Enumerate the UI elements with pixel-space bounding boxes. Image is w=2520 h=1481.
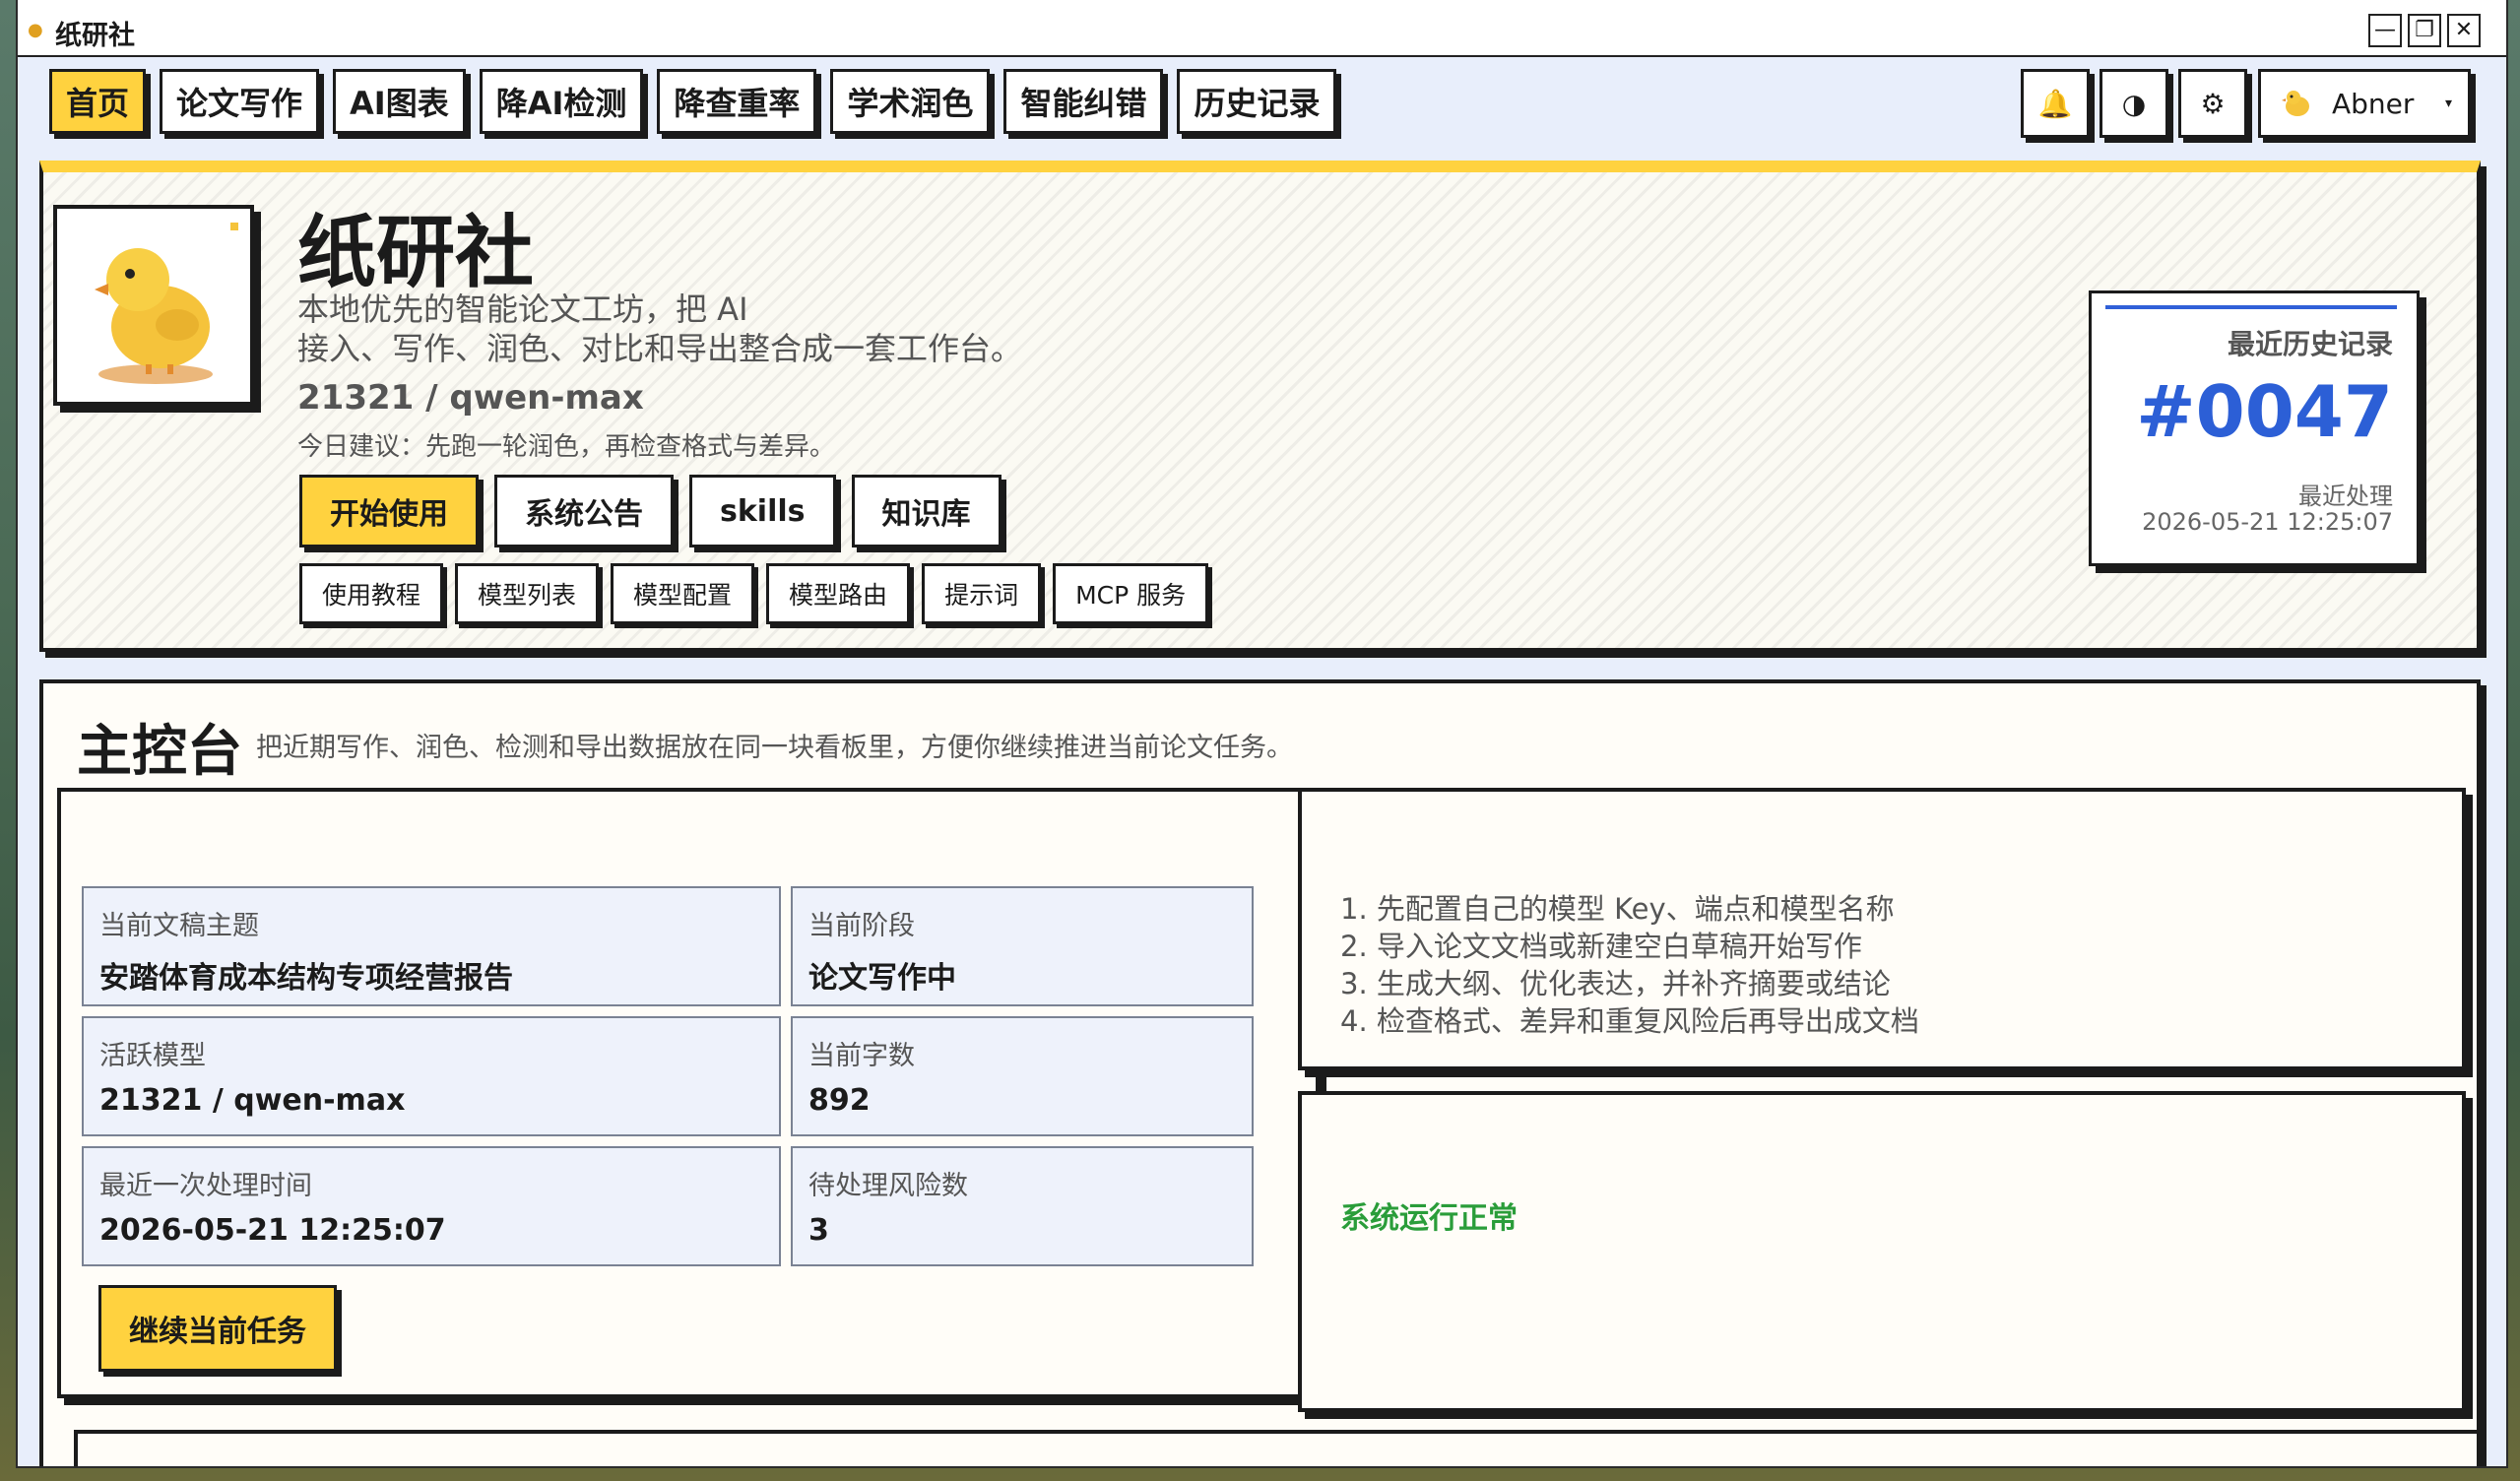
stat-value: 安踏体育成本结构专项经营报告 <box>99 961 513 996</box>
card-accent-line <box>2105 305 2397 309</box>
stat-label: 待处理风险数 <box>808 1171 968 1201</box>
user-name: Abner <box>2332 87 2415 120</box>
logo-chick-image <box>53 205 254 406</box>
recent-history-card[interactable]: 最近历史记录 #0047 最近处理 2026-05-21 12:25:07 <box>2089 290 2420 566</box>
stat-cell: 最近一次处理时间 2026-05-21 12:25:07 <box>82 1146 781 1266</box>
hero-title: 纸研社 <box>297 207 534 298</box>
system-status-panel <box>1298 1091 2466 1412</box>
stat-value: 2026-05-21 12:25:07 <box>99 1213 446 1248</box>
minimize-button[interactable]: — <box>2368 14 2402 47</box>
stat-cell: 当前阶段 论文写作中 <box>791 886 1254 1006</box>
system-status-text: 系统运行正常 <box>1340 1201 1518 1236</box>
gear-icon[interactable]: ⚙ <box>2178 69 2247 138</box>
skills-button[interactable]: skills <box>689 475 836 547</box>
step-item: 1. 先配置自己的模型 Key、端点和模型名称 <box>1340 892 1895 926</box>
prompts-link[interactable]: 提示词 <box>922 563 1042 624</box>
stat-label: 当前阶段 <box>808 911 915 941</box>
step-item: 2. 导入论文文档或新建空白草稿开始写作 <box>1340 930 1862 963</box>
recent-history-id: #0047 <box>2136 370 2393 453</box>
chick-avatar-icon <box>2282 91 2309 116</box>
user-menu[interactable]: Abner ▾ <box>2258 69 2471 138</box>
stat-value: 论文写作中 <box>808 961 956 996</box>
model-list-link[interactable]: 模型列表 <box>455 563 600 624</box>
stat-label: 当前文稿主题 <box>99 911 259 941</box>
nav-smart-correction[interactable]: 智能纠错 <box>1003 69 1164 134</box>
nav-home[interactable]: 首页 <box>49 69 147 134</box>
stat-label: 活跃模型 <box>99 1041 206 1071</box>
stat-cell: 活跃模型 21321 / qwen-max <box>82 1016 781 1136</box>
nav-paper-writing[interactable]: 论文写作 <box>160 69 320 134</box>
stat-label: 最近一次处理时间 <box>99 1171 312 1201</box>
model-config-link[interactable]: 模型配置 <box>611 563 755 624</box>
nav-ai-chart[interactable]: AI图表 <box>333 69 466 134</box>
hero-description: 本地优先的智能论文工坊，把 AI 接入、写作、润色、对比和导出整合成一套工作台。 <box>297 290 1085 368</box>
continue-task-button[interactable]: 继续当前任务 <box>98 1285 337 1372</box>
mcp-service-link[interactable]: MCP 服务 <box>1053 563 1209 624</box>
stat-value: 892 <box>808 1083 871 1118</box>
stat-cell: 当前文稿主题 安踏体育成本结构专项经营报告 <box>82 886 781 1006</box>
nav-reduce-plagiarism[interactable]: 降查重率 <box>657 69 817 134</box>
knowledge-base-button[interactable]: 知识库 <box>851 475 1002 547</box>
announcements-button[interactable]: 系统公告 <box>494 475 674 547</box>
recent-processed-time: 2026-05-21 12:25:07 <box>2142 508 2393 536</box>
stat-cell: 待处理风险数 3 <box>791 1146 1254 1266</box>
next-panel-edge <box>74 1430 2481 1466</box>
console-description: 把近期写作、润色、检测和导出数据放在同一块看板里，方便你继续推进当前论文任务。 <box>256 733 1293 763</box>
chevron-down-icon: ▾ <box>2444 96 2452 111</box>
stat-cell: 当前字数 892 <box>791 1016 1254 1136</box>
title-bar: ● 纸研社 — ❐ ✕ <box>18 0 2506 57</box>
main-nav: 首页 论文写作 AI图表 降AI检测 降查重率 学术润色 智能纠错 历史记录 <box>49 69 1337 134</box>
recent-history-label: 最近历史记录 <box>2227 328 2393 360</box>
model-routing-link[interactable]: 模型路由 <box>766 563 911 624</box>
nav-academic-polish[interactable]: 学术润色 <box>830 69 991 134</box>
recent-processed-label: 最近处理 <box>2298 483 2393 510</box>
get-started-button[interactable]: 开始使用 <box>299 475 479 547</box>
hero-actions: 开始使用 系统公告 skills 知识库 <box>299 475 1002 547</box>
step-item: 3. 生成大纲、优化表达，并补齐摘要或结论 <box>1340 967 1891 1000</box>
window-title: 纸研社 <box>55 21 135 51</box>
stat-value: 21321 / qwen-max <box>99 1083 406 1118</box>
stat-value: 3 <box>808 1213 829 1248</box>
app-window: ● 纸研社 — ❐ ✕ 首页 论文写作 AI图表 降AI检测 降查重率 学术润色… <box>16 0 2508 1468</box>
nav-history[interactable]: 历史记录 <box>1177 69 1337 134</box>
app-icon: ● <box>28 20 43 40</box>
steps-list: 1. 先配置自己的模型 Key、端点和模型名称 2. 导入论文文档或新建空白草稿… <box>1340 890 1919 1040</box>
close-button[interactable]: ✕ <box>2447 14 2481 47</box>
maximize-button[interactable]: ❐ <box>2408 14 2441 47</box>
console-title: 主控台 <box>77 720 242 784</box>
stat-label: 当前字数 <box>808 1041 915 1071</box>
tutorial-link[interactable]: 使用教程 <box>299 563 444 624</box>
daily-tip: 今日建议：先跑一轮润色，再检查格式与差异。 <box>297 432 836 462</box>
quick-links: 使用教程 模型列表 模型配置 模型路由 提示词 MCP 服务 <box>299 563 1209 624</box>
hero-description-line: 本地优先的智能论文工坊，把 AI <box>297 290 748 328</box>
theme-toggle-icon[interactable]: ◑ <box>2100 69 2168 138</box>
hero-description-line: 接入、写作、润色、对比和导出整合成一套工作台。 <box>297 330 1023 367</box>
nav-reduce-ai-detection[interactable]: 降AI检测 <box>479 69 644 134</box>
bell-icon[interactable]: 🔔 <box>2021 69 2090 138</box>
active-model-label: 21321 / qwen-max <box>297 378 644 418</box>
step-item: 4. 检查格式、差异和重复风险后再导出成文档 <box>1340 1004 1919 1038</box>
